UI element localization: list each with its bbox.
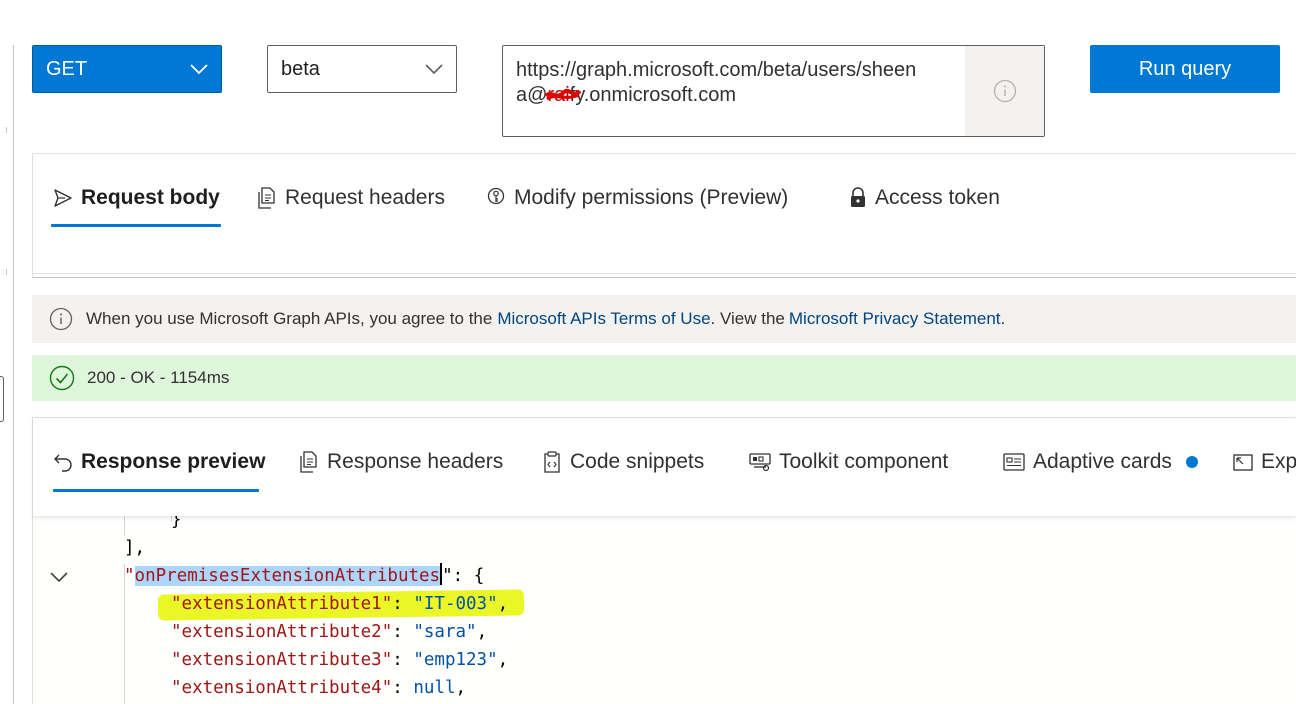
http-method-dropdown[interactable]: GET	[32, 45, 222, 93]
card-icon	[1003, 453, 1025, 471]
response-status-bar: 200 - OK - 1154ms	[32, 355, 1296, 401]
toolkit-icon	[749, 452, 771, 472]
notice-text: When you use Microsoft Graph APIs, you a…	[86, 309, 493, 328]
response-tabs: Response preview Response headers Code s…	[33, 418, 1296, 516]
info-icon	[49, 307, 73, 331]
tab-expand[interactable]: Expa	[1233, 445, 1296, 479]
chevron-down-icon	[189, 63, 209, 75]
json-line: "extensionAttribute3": "emp123",	[171, 650, 509, 670]
tab-toolkit-component[interactable]: Toolkit component	[749, 445, 948, 479]
expand-icon	[1233, 452, 1253, 472]
new-indicator-dot	[1185, 456, 1198, 468]
tab-request-body[interactable]: Request body	[53, 181, 220, 215]
terms-of-use-link[interactable]: Microsoft APIs Terms of Use	[497, 309, 710, 329]
json-line: }	[171, 516, 182, 530]
json-line: "extensionAttribute2": "sara",	[171, 622, 488, 642]
run-query-button[interactable]: Run query	[1090, 45, 1280, 93]
undo-arrow-icon	[53, 452, 73, 472]
divider	[33, 273, 1296, 274]
clipboard-code-icon	[542, 451, 562, 473]
tab-request-headers[interactable]: Request headers	[257, 181, 445, 215]
api-version-dropdown[interactable]: beta	[267, 45, 457, 93]
privacy-statement-link[interactable]: Microsoft Privacy Statement	[789, 309, 1001, 329]
notice-text: .	[1000, 309, 1006, 328]
json-line: "onPremisesExtensionAttributes ": {	[124, 562, 484, 590]
tab-response-headers[interactable]: Response headers	[299, 445, 503, 479]
lock-icon	[849, 187, 867, 209]
document-icon	[299, 451, 319, 473]
tab-response-preview[interactable]: Response preview	[53, 445, 265, 479]
query-url-input[interactable]: https://graph.microsoft.com/beta/users/s…	[502, 45, 1045, 137]
active-tab-indicator	[51, 224, 221, 227]
tab-code-snippets[interactable]: Code snippets	[542, 445, 704, 479]
tab-modify-permissions[interactable]: Modify permissions (Preview)	[486, 181, 788, 215]
response-json-editor[interactable]: } ], "onPremisesExtensionAttributes ": { …	[33, 516, 1296, 704]
api-version-value: beta	[281, 57, 320, 80]
success-check-icon	[49, 365, 75, 391]
json-line: ],	[124, 538, 146, 558]
divider	[6, 127, 7, 133]
info-icon	[993, 79, 1017, 103]
json-line: "extensionAttribute4": null,	[171, 678, 467, 698]
request-panel: Request body Request headers Modify perm…	[32, 153, 1296, 278]
send-icon	[53, 188, 73, 208]
left-sidebar-edge	[0, 45, 14, 704]
json-line: "extensionAttribute1": "IT-003",	[171, 594, 509, 614]
tab-adaptive-cards[interactable]: Adaptive cards	[1003, 445, 1198, 479]
indent-guide	[124, 516, 125, 536]
http-method-value: GET	[46, 57, 88, 80]
status-text: 200 - OK - 1154ms	[87, 368, 230, 387]
selected-key: onPremisesExtensionAttributes	[134, 566, 441, 586]
response-panel: Response preview Response headers Code s…	[32, 417, 1296, 704]
fold-chevron-icon[interactable]	[49, 568, 69, 588]
sidebar-resize-handle[interactable]	[0, 376, 4, 422]
permission-key-icon	[486, 187, 506, 209]
redacted-text: rai	[545, 83, 582, 108]
document-icon	[257, 187, 277, 209]
tab-access-token[interactable]: Access token	[849, 181, 1000, 215]
notice-text: . View the	[710, 309, 785, 328]
url-info-button[interactable]	[965, 46, 1044, 136]
divider	[6, 269, 7, 275]
query-url-text[interactable]: https://graph.microsoft.com/beta/users/s…	[516, 58, 956, 108]
terms-notice-bar: When you use Microsoft Graph APIs, you a…	[32, 295, 1296, 343]
active-tab-indicator	[53, 489, 259, 492]
redaction-scribble	[545, 88, 582, 101]
chevron-down-icon	[424, 63, 444, 75]
